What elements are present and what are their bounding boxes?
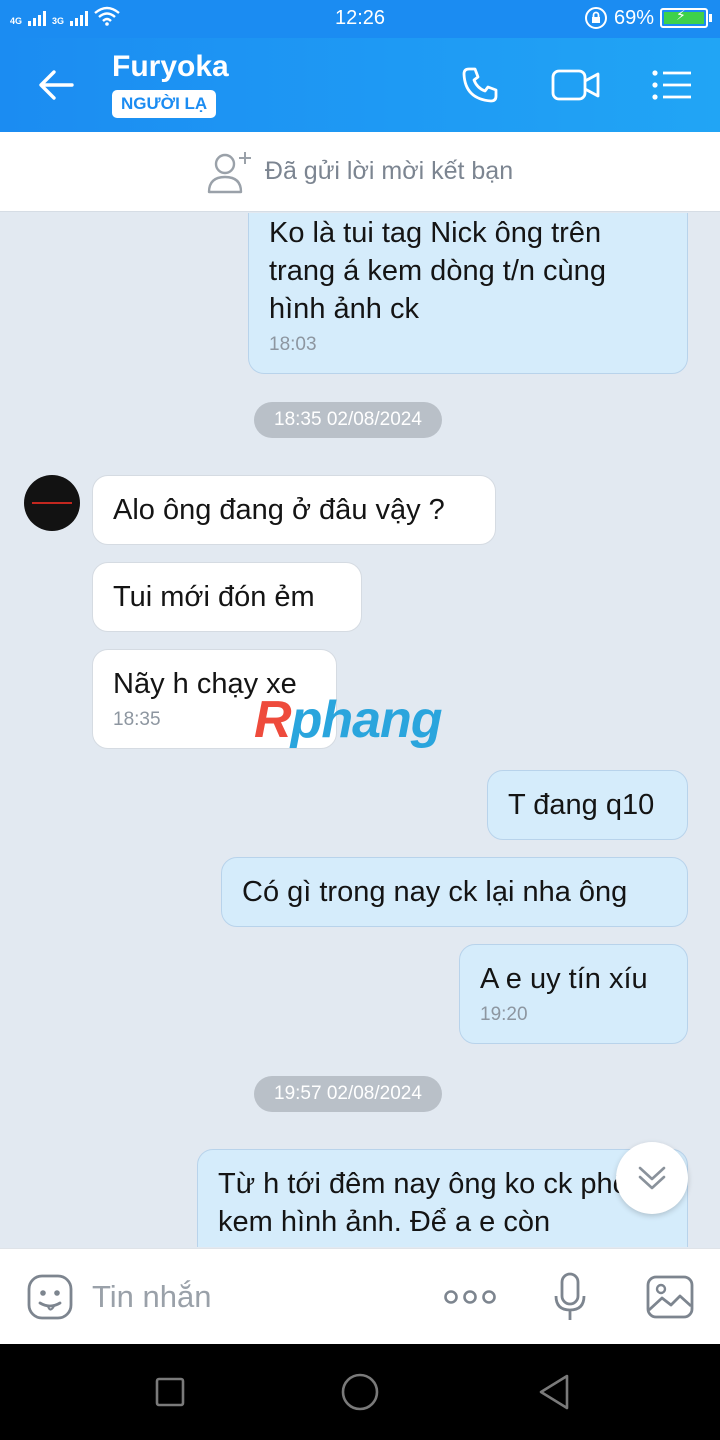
microphone-icon [554,1272,586,1320]
message-text: Alo ông đang ở đâu vậy ? [113,494,445,526]
message-bubble[interactable]: Ko là tui tag Nick ông trên trang á kem … [248,213,688,374]
more-dots-icon [444,1290,496,1304]
message-input[interactable] [92,1271,412,1323]
sticker-smiley-icon [27,1274,73,1320]
recent-apps-button[interactable] [146,1368,194,1416]
square-icon [155,1377,185,1407]
scroll-to-bottom-button[interactable] [616,1142,688,1214]
avatar[interactable] [24,475,80,531]
message-bubble[interactable]: Có gì trong nay ck lại nha ông [221,857,688,927]
message-text: Tui mới đón ẻm [113,581,315,613]
chat-header: Furyoka NGƯỜI LẠ [0,38,720,132]
add-friend-icon [207,151,251,193]
message-bubble[interactable]: T đang q10 [487,770,688,840]
image-icon [646,1275,694,1319]
double-chevron-down-icon [638,1166,666,1190]
watermark-logo: Rphang [254,691,443,749]
battery-percent: 69% [613,6,654,29]
back-button[interactable] [28,60,84,110]
message-time: 19:20 [480,1004,528,1025]
back-arrow-icon [39,70,74,100]
rotation-lock-icon [584,7,607,29]
video-camera-icon [551,69,600,101]
message-bubble[interactable]: A e uy tín xíu 19:20 [459,944,688,1044]
image-picker-button[interactable] [642,1269,698,1325]
more-options-button[interactable] [442,1269,498,1325]
message-text: A e uy tín xíu [480,963,648,995]
circle-icon [341,1373,379,1411]
message-text: T đang q10 [508,789,655,821]
message-text: Ko là tui tag Nick ông trên trang á kem … [269,217,606,325]
voice-call-button[interactable] [452,60,508,110]
phone-icon [462,67,498,103]
list-menu-icon [652,70,691,100]
message-text: Có gì trong nay ck lại nha ông [242,876,628,908]
voice-message-button[interactable] [542,1269,598,1325]
status-bar: 4G 3G 12:26 69% ⚡ [0,0,720,38]
battery-icon: ⚡ [660,7,712,28]
contact-name[interactable]: Furyoka [112,50,229,84]
message-bubble[interactable]: Tui mới đón ẻm [92,562,362,632]
date-separator: 19:57 02/08/2024 [254,1076,442,1112]
message-bubble[interactable]: Từ h tới đêm nay ông ko ck phốt kem hình… [197,1149,688,1247]
friend-request-bar[interactable]: Đã gửi lời mời kết bạn [0,132,720,212]
back-nav-button[interactable] [530,1368,578,1416]
system-navigation-bar [0,1344,720,1440]
message-bubble[interactable]: Alo ông đang ở đâu vậy ? [92,475,496,545]
sticker-button[interactable] [22,1269,78,1325]
message-input-bar [0,1248,720,1344]
friend-request-text: Đã gửi lời mời kết bạn [264,157,514,185]
message-time: 18:03 [269,334,317,355]
triangle-back-icon [539,1374,569,1410]
date-separator: 18:35 02/08/2024 [254,402,442,438]
video-call-button[interactable] [548,60,604,110]
message-text: Từ h tới đêm nay ông ko ck phốt kem hình… [218,1168,637,1238]
menu-button[interactable] [644,60,700,110]
home-button[interactable] [336,1368,384,1416]
stranger-badge: NGƯỜI LẠ [112,90,217,118]
